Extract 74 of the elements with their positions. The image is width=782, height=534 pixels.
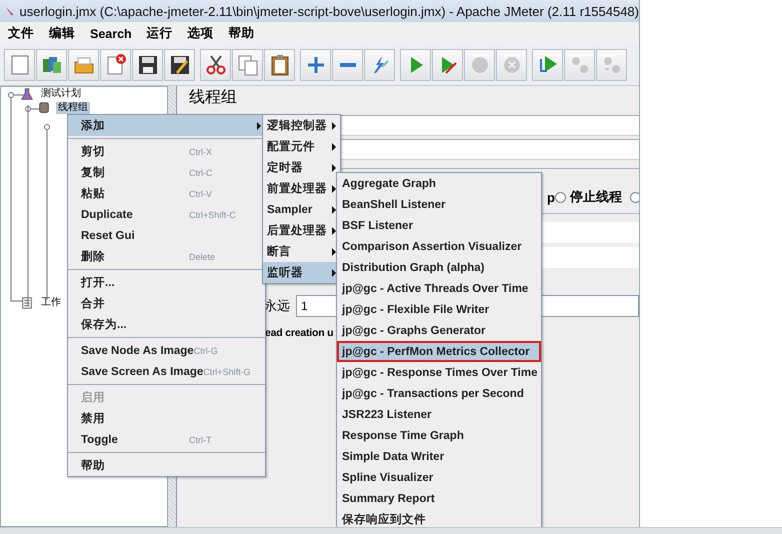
radio-button[interactable] [630,192,639,202]
menu-item[interactable]: JSR223 Listener [337,404,541,425]
menu-item[interactable]: 文件 [0,25,41,42]
paste-button[interactable] [264,49,295,81]
shortcut-label: Ctrl+Shift-C [189,210,237,220]
shortcut-label: Ctrl-G [194,346,219,356]
minus-icon [340,63,356,67]
menu-item[interactable]: jp@gc - PerfMon Metrics Collector [337,341,541,362]
shortcut-label: Delete [189,252,216,262]
menu-item[interactable]: Save Node As ImageCtrl-G [68,340,265,361]
menu-item[interactable]: Save Screen As ImageCtrl+Shift-G [68,361,265,382]
shortcut-label: Ctrl-V [189,188,213,198]
tree-item[interactable]: 工作 [39,297,63,309]
radio-option[interactable]: 停止线程 [555,188,624,206]
menu-item[interactable]: Distribution Graph (alpha) [337,257,541,278]
shortcut-label: Ctrl-C [189,168,214,178]
copy-button[interactable] [232,49,263,81]
menu-item[interactable]: 帮助 [68,455,265,476]
tree-item[interactable]: 测试计划 [39,88,83,100]
menu-item[interactable]: Comparison Assertion Visualizer [337,236,541,257]
copy-icon [236,53,260,77]
submenu-arrow-icon [332,142,336,150]
new-button[interactable] [4,49,35,81]
menu-item[interactable]: 编辑 [41,25,82,42]
menu-item[interactable]: BSF Listener [337,215,541,236]
shortcut-label: Ctrl-X [189,146,213,156]
close-button[interactable] [100,49,131,81]
menu-item[interactable]: jp@gc - Response Times Over Time [337,362,541,383]
menu-item[interactable]: 合并 [68,293,265,314]
collapse-button[interactable] [332,49,363,81]
menu-item[interactable]: 添加 [68,115,265,136]
menu-item[interactable]: 保存为... [68,314,265,335]
start-button[interactable] [400,49,431,81]
shortcut-label: Ctrl-T [189,434,212,444]
expand-button[interactable] [300,49,331,81]
option-label: p [547,190,555,204]
menu-item[interactable]: 运行 [138,25,180,42]
menu-item[interactable]: Search [82,26,139,40]
menu-item[interactable]: 选项 [180,25,221,42]
submenu-arrow-icon [332,122,336,130]
menu-item[interactable]: 禁用 [68,408,265,429]
scissors-icon [204,53,228,77]
shortcut-label: Ctrl+Shift-G [203,366,252,376]
cut-button[interactable] [200,49,231,81]
save-button[interactable] [132,49,163,81]
toggle-button[interactable] [364,49,395,81]
menu-item[interactable]: Spline Visualizer [337,467,541,488]
templates-button[interactable] [36,49,67,81]
menu-item[interactable]: 逻辑控制器 [263,115,340,136]
menu-item[interactable]: jp@gc - Flexible File Writer [337,299,541,320]
menu-item[interactable]: 保存响应到文件 [337,509,541,527]
menu-item[interactable]: 配置元件 [263,136,340,157]
menu-item[interactable]: jp@gc - Transactions per Second [337,383,541,404]
open-button[interactable] [68,49,99,81]
window-title: userlogin.jmx (C:\apache-jmeter-2.11\bin\jmeter-script-bove\userlogin.jmx) - Apache JMeter (2.11 r1554548) [20,4,639,18]
menu-item[interactable]: Summary Report [337,488,541,509]
checkbox-label: ead creation u [265,327,334,339]
menu-item[interactable]: jp@gc - Graphs Generator [337,320,541,341]
workbench-icon [19,296,35,310]
tree-item[interactable]: 线程组 [56,102,90,114]
menu-item[interactable]: Response Time Graph [337,425,541,446]
menu-item[interactable]: Aggregate Graph [337,173,541,194]
feather-icon [5,5,15,17]
menu-item[interactable]: BeanShell Listener [337,194,541,215]
remote-start-button[interactable] [532,49,563,81]
panel-title: 线程组 [188,88,238,108]
menu-item[interactable]: Simple Data Writer [337,446,541,467]
save-as-button[interactable] [164,49,195,81]
thread-group-icon [36,101,52,115]
radio-button[interactable] [555,192,566,202]
start-no-pauses-button[interactable] [432,49,463,81]
menu-item[interactable]: jp@gc - Active Threads Over Time [337,278,541,299]
menu-item[interactable]: Toggle Ctrl-T [68,429,265,450]
menu-item[interactable]: 帮助 [220,25,262,42]
